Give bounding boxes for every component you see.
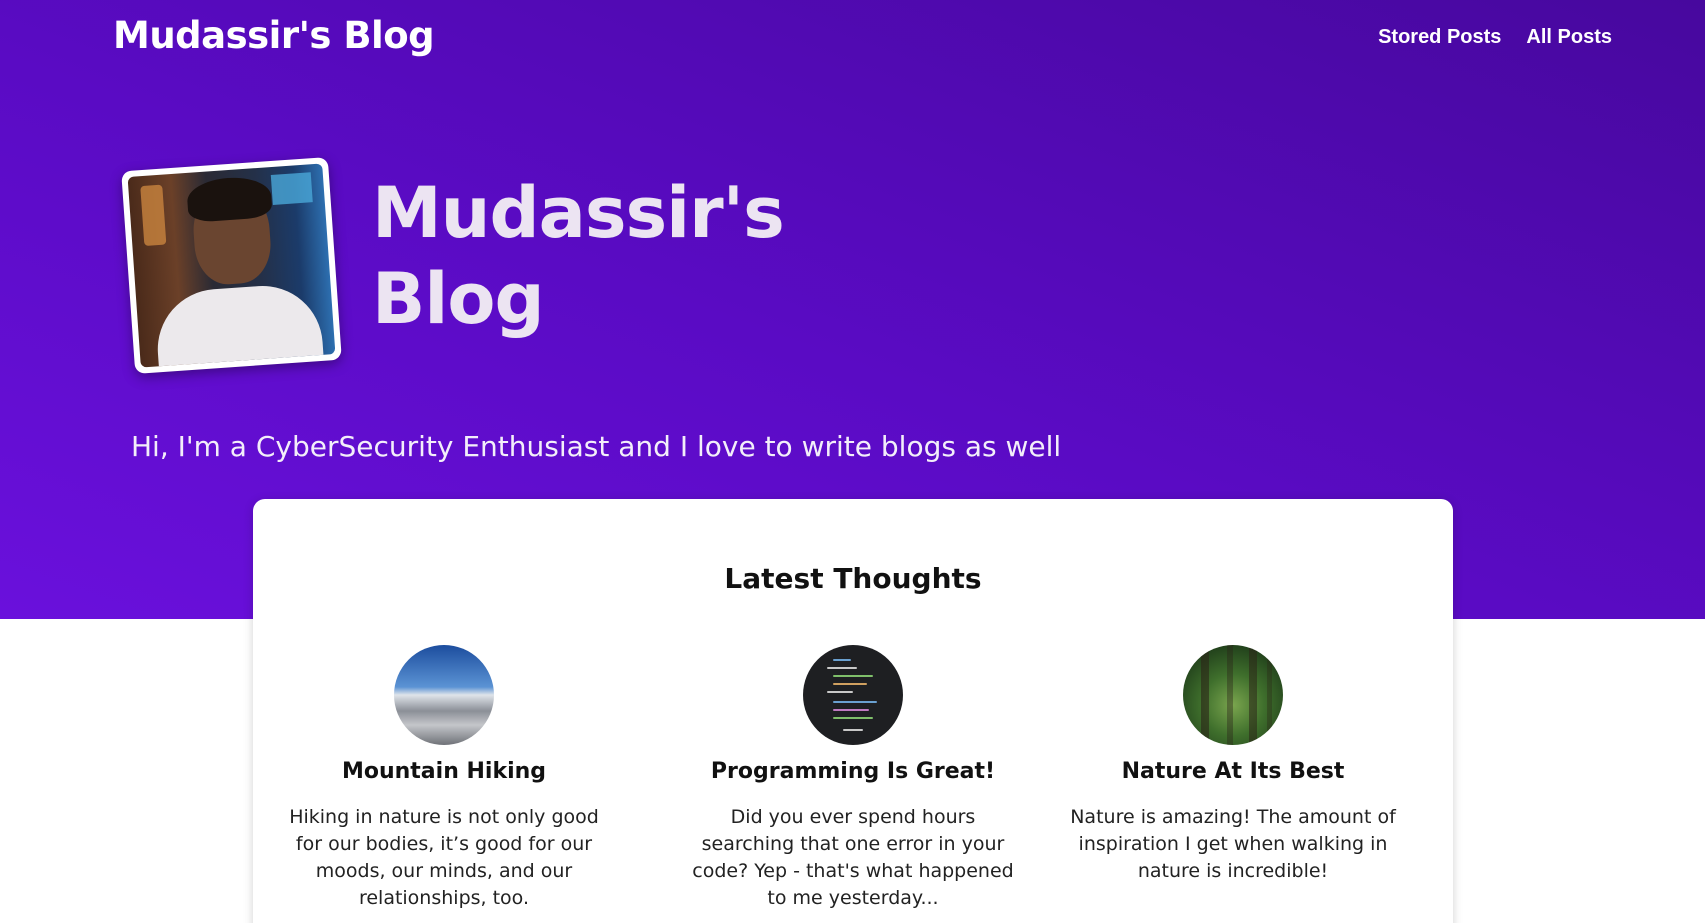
site-title[interactable]: Mudassir's Blog (113, 14, 435, 57)
post-card-programming[interactable]: Programming Is Great! Did you ever spend… (688, 645, 1018, 912)
main-nav: Stored Posts All Posts (1378, 26, 1612, 49)
post-card-mountain-hiking[interactable]: Mountain Hiking Hiking in nature is not … (279, 645, 609, 912)
post-card-nature[interactable]: Nature At Its Best Nature is amazing! Th… (1068, 645, 1398, 885)
latest-thoughts-card: Latest Thoughts Mountain Hiking Hiking i… (253, 499, 1453, 923)
forest-image (1183, 645, 1283, 745)
nav-all-posts-link[interactable]: All Posts (1526, 26, 1612, 49)
post-excerpt: Nature is amazing! The amount of inspira… (1070, 806, 1396, 882)
hero-title: Mudassir's Blog (372, 170, 785, 342)
mountain-image (394, 645, 494, 745)
post-excerpt: Did you ever spend hours searching that … (692, 806, 1014, 909)
post-title[interactable]: Nature At Its Best (1068, 759, 1398, 784)
post-title[interactable]: Programming Is Great! (688, 759, 1018, 784)
profile-photo (127, 163, 336, 368)
profile-avatar (121, 157, 342, 374)
nav-stored-posts-link[interactable]: Stored Posts (1378, 26, 1501, 49)
hero-tagline: Hi, I'm a CyberSecurity Enthusiast and I… (131, 430, 1062, 463)
code-image (803, 645, 903, 745)
hero-title-line1: Mudassir's (372, 172, 785, 254)
hero-title-line2: Blog (372, 258, 545, 340)
post-title[interactable]: Mountain Hiking (279, 759, 609, 784)
latest-thoughts-heading: Latest Thoughts (724, 562, 982, 595)
post-excerpt: Hiking in nature is not only good for ou… (289, 806, 599, 909)
